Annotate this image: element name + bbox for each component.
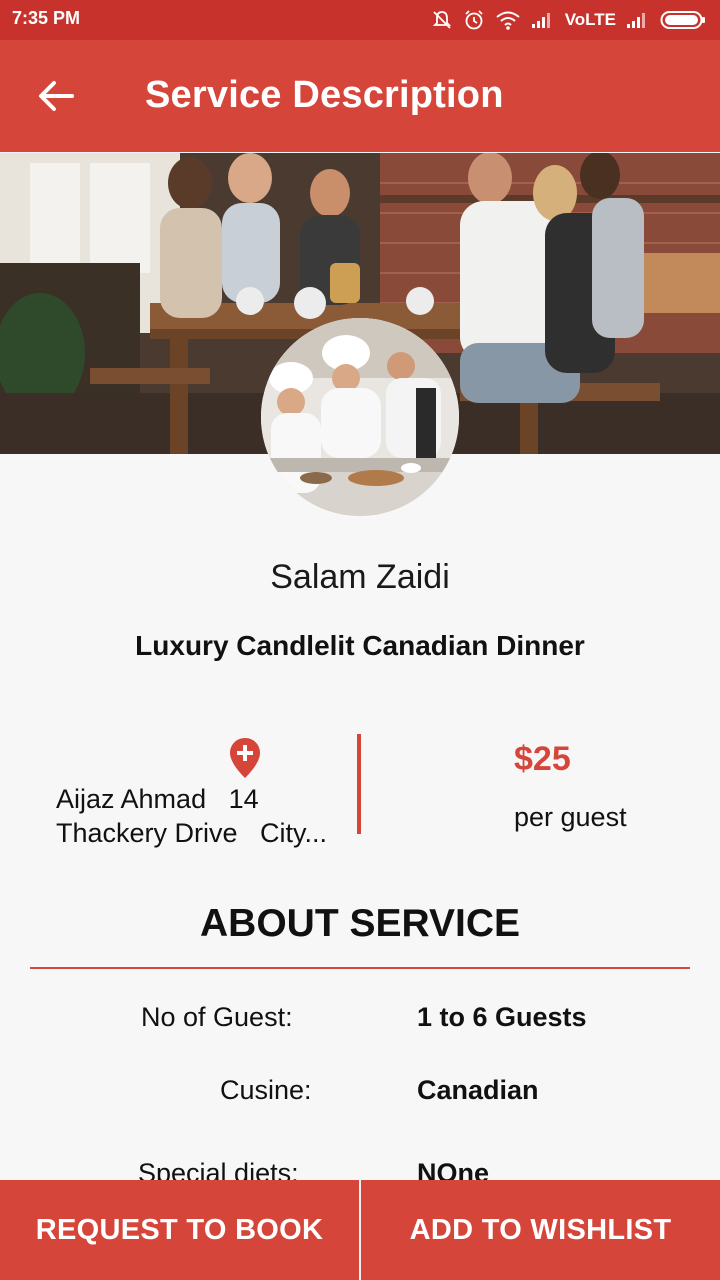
address-line-1: Aijaz Ahmad 14 bbox=[56, 784, 259, 814]
location-address: Aijaz Ahmad 14 Thackery Drive City... bbox=[56, 782, 336, 850]
status-time: 7:35 PM bbox=[12, 8, 81, 28]
cuisine-value: Canadian bbox=[417, 1075, 539, 1105]
guests-label: No of Guest: bbox=[141, 1002, 293, 1032]
signal-icon bbox=[531, 13, 550, 28]
arrow-left-icon bbox=[39, 81, 74, 111]
wifi-icon bbox=[496, 11, 520, 30]
bottom-action-bar: REQUEST TO BOOK ADD TO WISHLIST bbox=[0, 1180, 720, 1280]
map-pin-plus-icon bbox=[230, 738, 260, 778]
status-bar: 7:35 PM VoLTE bbox=[0, 0, 720, 40]
app-bar: Service Description bbox=[0, 40, 720, 152]
section-divider bbox=[30, 967, 690, 969]
about-service-heading: ABOUT SERVICE bbox=[200, 902, 520, 945]
guests-value: 1 to 6 Guests bbox=[417, 1002, 587, 1032]
location-block: Aijaz Ahmad 14 Thackery Drive City... bbox=[56, 736, 346, 856]
chef-name: Salam Zaidi bbox=[270, 558, 450, 596]
chef-avatar bbox=[261, 318, 459, 516]
back-button[interactable] bbox=[36, 78, 76, 114]
network-type-label: VoLTE bbox=[564, 10, 616, 29]
alarm-icon bbox=[465, 10, 483, 30]
info-divider bbox=[357, 734, 361, 834]
price-unit: per guest bbox=[514, 802, 627, 832]
service-title: Luxury Candlelit Canadian Dinner bbox=[135, 630, 585, 661]
price-amount: $25 bbox=[514, 740, 571, 778]
cuisine-label: Cusine: bbox=[220, 1075, 312, 1105]
add-to-wishlist-button[interactable]: ADD TO WISHLIST bbox=[361, 1180, 720, 1280]
page-title: Service Description bbox=[145, 74, 504, 116]
battery-icon bbox=[660, 11, 705, 29]
signal-icon bbox=[627, 13, 645, 28]
mute-bell-icon bbox=[432, 11, 451, 29]
address-line-2: Thackery Drive City... bbox=[56, 818, 328, 848]
request-to-book-button[interactable]: REQUEST TO BOOK bbox=[0, 1180, 359, 1280]
status-icons: VoLTE bbox=[431, 6, 706, 34]
